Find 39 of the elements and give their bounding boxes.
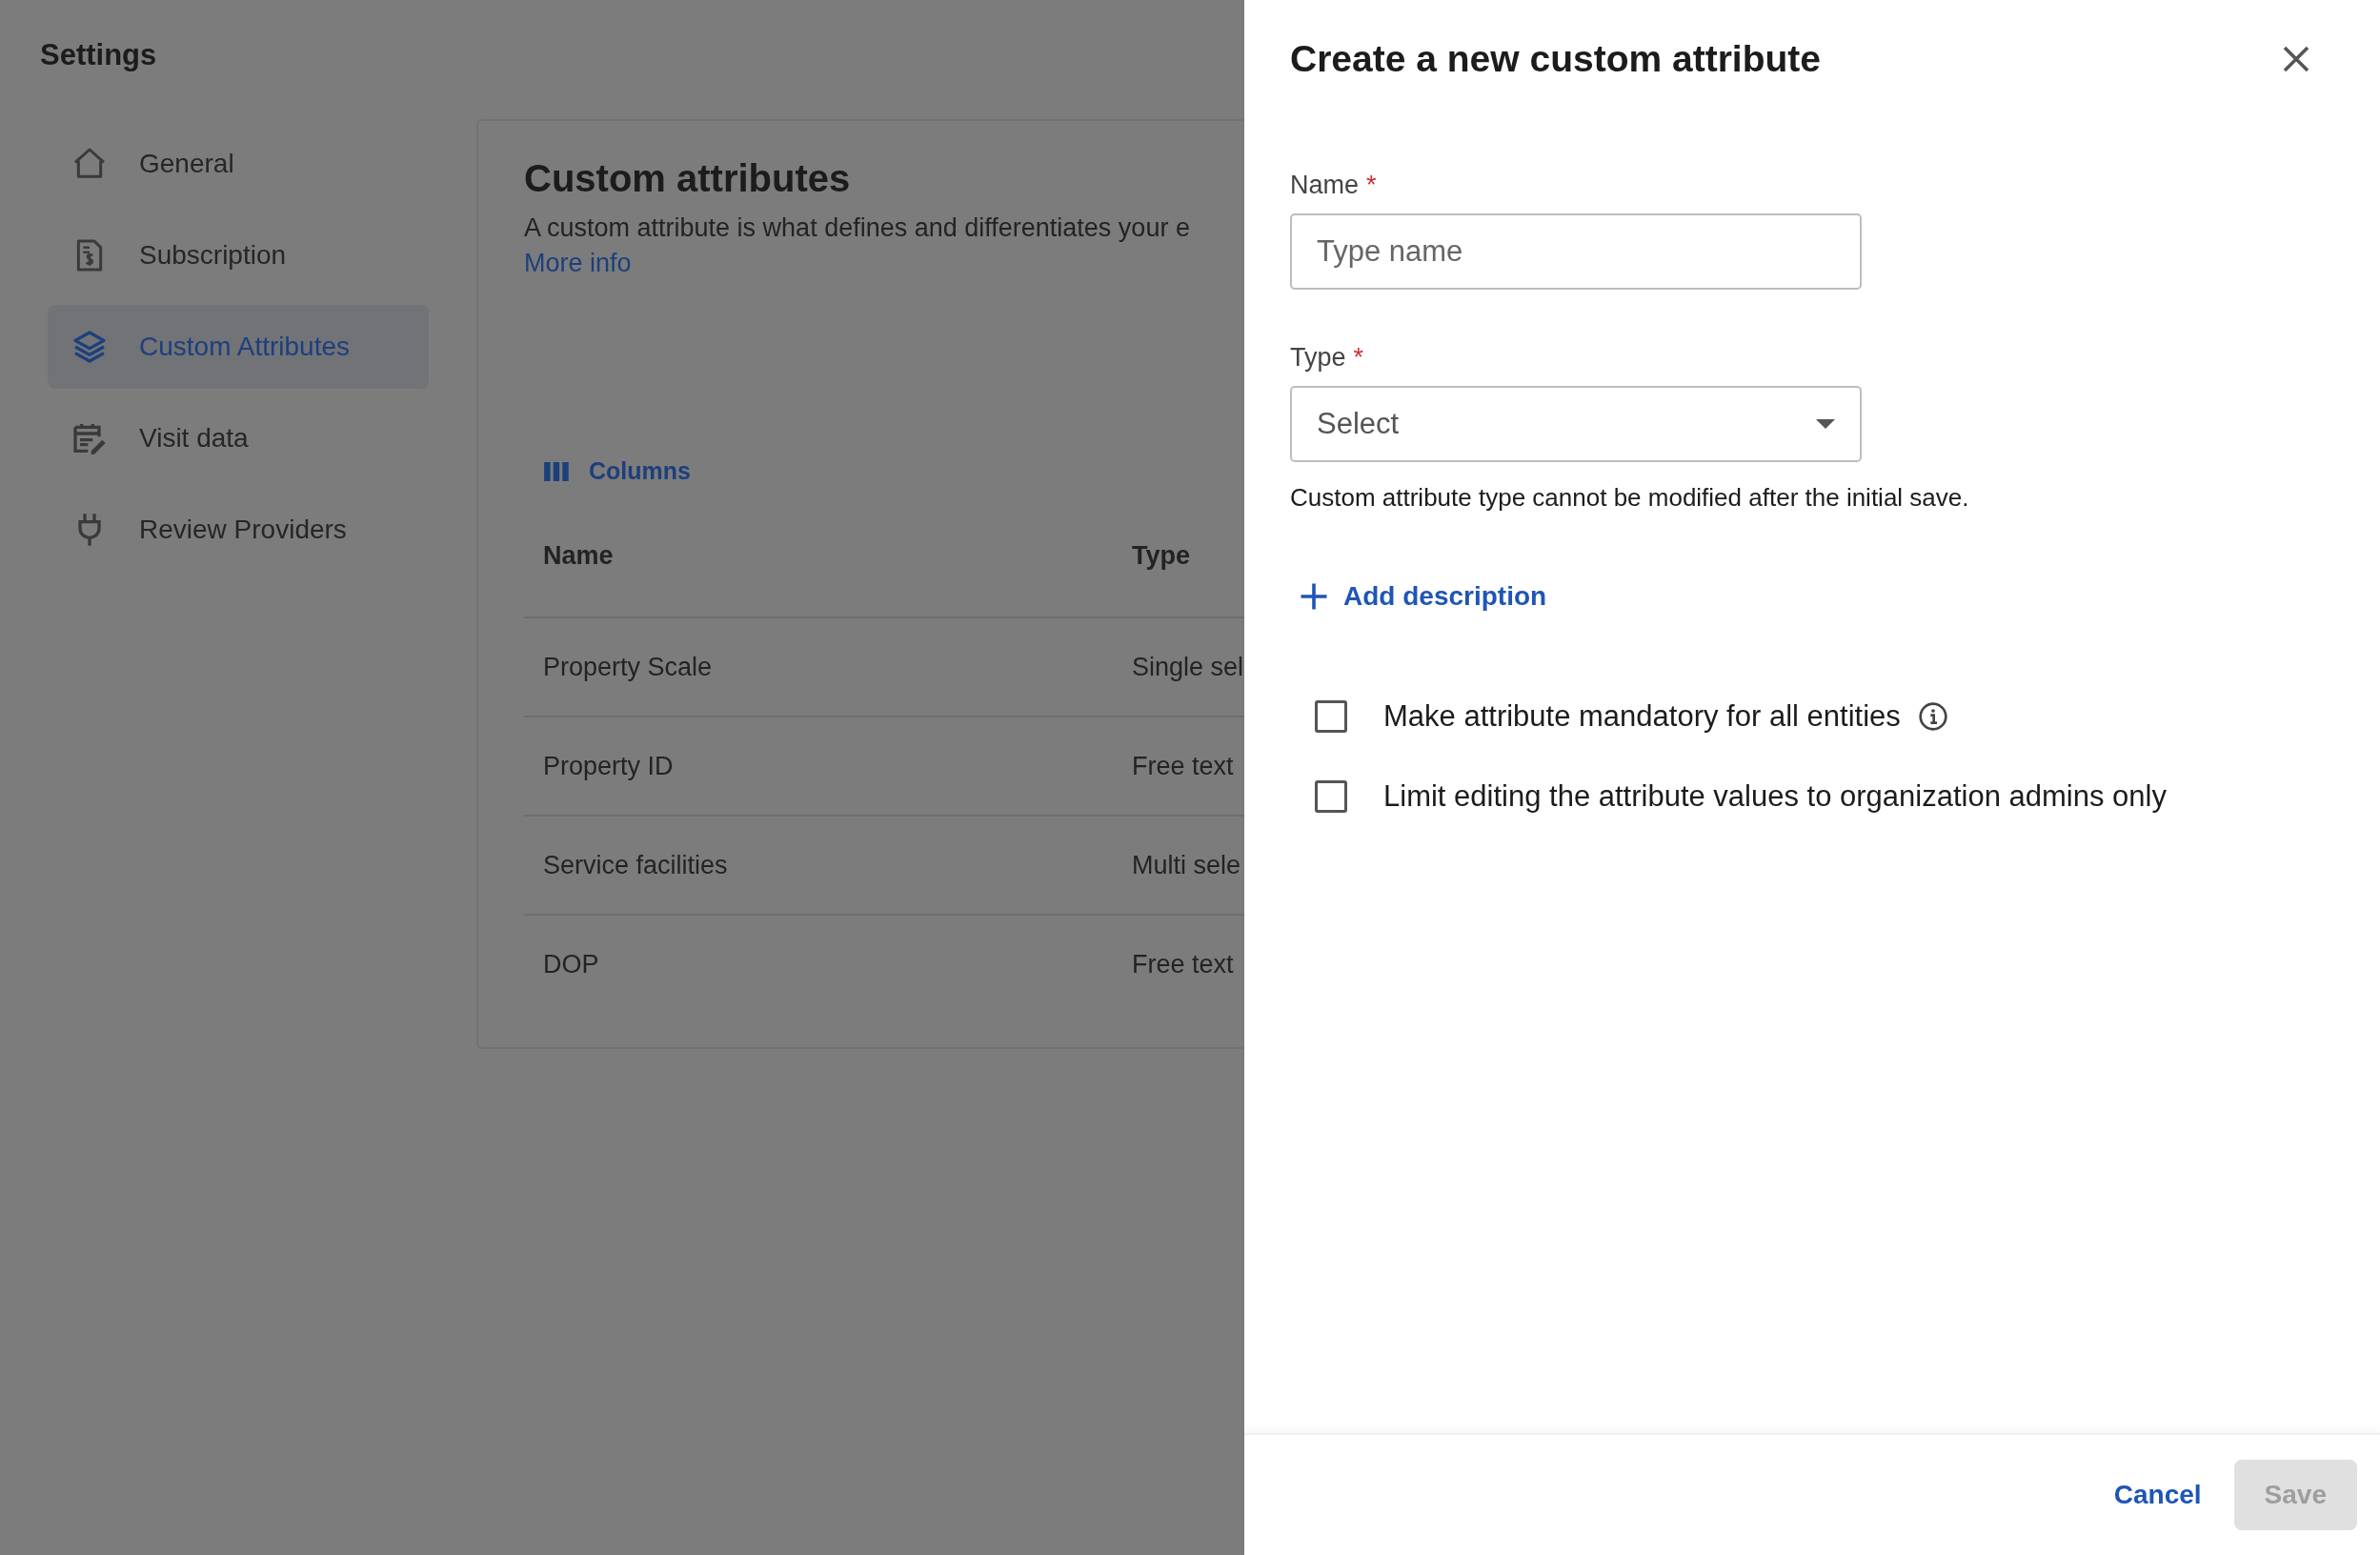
checkbox-label: Make attribute mandatory for all entities xyxy=(1383,699,1901,734)
checkbox[interactable] xyxy=(1315,780,1347,813)
helper-text: Custom attribute type cannot be modified after the initial save. xyxy=(1290,483,1970,513)
table-cell: Single sel xyxy=(1132,652,1244,682)
table-cell: Free text xyxy=(1132,751,1234,781)
sidebar-item[interactable]: Visit data xyxy=(48,396,429,480)
page-description: A custom attribute is what defines and differentiates your e xyxy=(524,213,1191,243)
column-header: Type xyxy=(1132,540,1190,571)
required-mark: * xyxy=(1353,343,1364,372)
table-cell-text: Property ID xyxy=(542,751,675,781)
add-description-button[interactable]: Add description xyxy=(1290,577,1557,616)
table-cell-text: DOP xyxy=(542,949,600,979)
type-select-field[interactable]: Select xyxy=(1290,386,1862,462)
field-label: Name xyxy=(1290,171,1360,199)
cancel-button[interactable]: Cancel xyxy=(2102,1460,2213,1530)
name-input-field[interactable]: Type name xyxy=(1290,213,1862,290)
table-cell: Free text xyxy=(1132,949,1234,979)
table-cell-text: Service facilities xyxy=(542,850,729,880)
sidebar-title: Settings xyxy=(40,38,158,72)
sidebar-item[interactable]: Subscription xyxy=(48,213,429,297)
required-mark: * xyxy=(1366,171,1377,199)
columns-button[interactable]: Columns xyxy=(539,454,695,489)
sidebar-item[interactable]: General xyxy=(48,122,429,206)
table-cell: Multi sele xyxy=(1132,850,1241,880)
columns-icon xyxy=(543,461,570,481)
panel-title: Create a new custom attribute xyxy=(1290,38,1821,80)
more-info-link[interactable]: More info xyxy=(524,249,632,278)
info-icon[interactable] xyxy=(1917,701,1948,732)
table-cell-text: Property Scale xyxy=(542,652,714,682)
caret-icon xyxy=(1816,419,1835,429)
checkbox[interactable] xyxy=(1315,700,1347,733)
layers-icon xyxy=(71,328,109,366)
column-header: Name xyxy=(542,540,615,571)
field-label: Type xyxy=(1290,343,1346,372)
checkbox-label: Limit editing the attribute values to organization admins only xyxy=(1383,779,2167,814)
plus-icon xyxy=(1300,582,1328,611)
sidebar-item[interactable]: Custom Attributes xyxy=(48,305,429,389)
sidebar-item[interactable]: Review Providers xyxy=(48,488,429,572)
page-title: Custom attributes xyxy=(524,157,852,200)
